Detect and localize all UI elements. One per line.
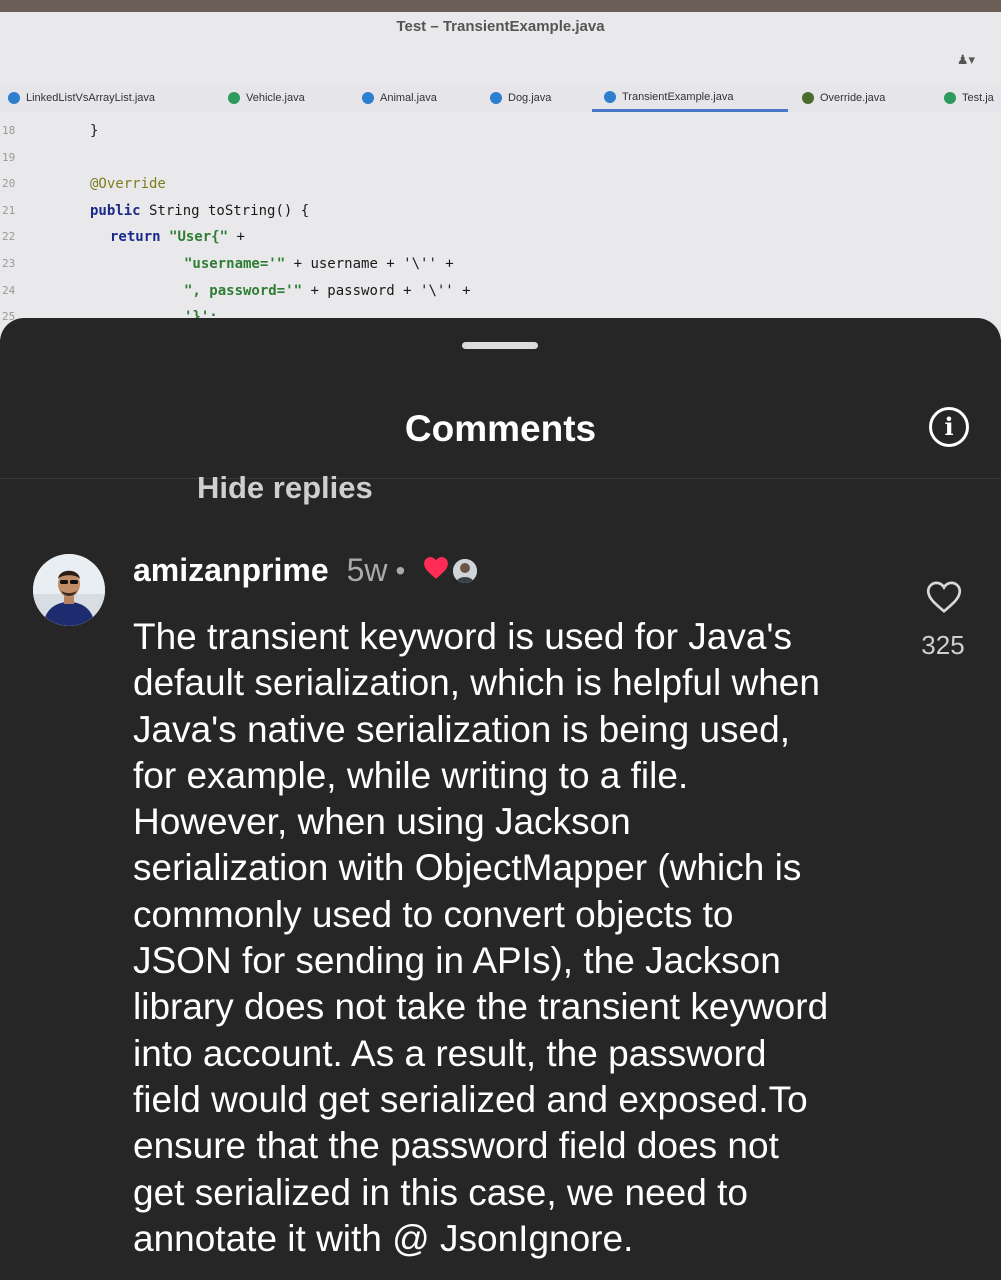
comment-text-line: Java's native serialization is being use… — [133, 708, 790, 750]
java-file-icon — [228, 92, 240, 104]
ide-user-icon[interactable]: ♟▾ — [957, 52, 975, 68]
ide-tab-active[interactable]: TransientExample.java — [592, 84, 788, 112]
code-text: } — [90, 123, 99, 139]
ide-tab-label: LinkedListVsArrayList.java — [26, 92, 156, 104]
ide-tab[interactable]: Dog.java — [490, 84, 551, 112]
creator-avatar-icon — [453, 558, 478, 583]
ide-tab[interactable]: LinkedListVsArrayList.java — [8, 84, 155, 112]
ide-tab[interactable]: Vehicle.java — [228, 84, 305, 112]
code-line: } — [90, 118, 990, 145]
like-heart-icon[interactable] — [926, 580, 962, 614]
line-number: 20 — [2, 177, 16, 191]
comment-timestamp: 5w — [346, 552, 388, 588]
ide-tab-bar: LinkedListVsArrayList.java Vehicle.java … — [0, 84, 1001, 112]
ide-menu-bar — [0, 0, 1001, 12]
comment-text-line: into account. As a result, the password — [133, 1032, 767, 1074]
ide-tab-label: Vehicle.java — [246, 92, 305, 104]
java-file-icon — [8, 92, 20, 104]
code-string: ", password='" — [184, 282, 303, 299]
ide-tab-label: Dog.java — [508, 92, 552, 104]
java-file-icon — [490, 92, 502, 104]
code-line: ", password='" + password + '\'' + — [90, 278, 990, 305]
ide-background: Test – TransientExample.java ♟▾ LinkedLi… — [0, 0, 1001, 340]
comment-text: The transient keyword is used for Java's… — [133, 614, 893, 1262]
line-number: 18 — [2, 124, 16, 137]
drag-handle[interactable] — [462, 342, 538, 349]
ide-tab-label: Test.ja — [962, 92, 994, 104]
comment-text-line: library does not take the transient keyw… — [133, 986, 829, 1028]
comment-text-line: ensure that the password field does not — [133, 1125, 779, 1167]
info-icon[interactable]: i — [929, 407, 969, 447]
comment-text-line: serialization with ObjectMapper (which i… — [133, 847, 802, 889]
code-keyword: public — [90, 202, 141, 219]
ide-tab-label: Animal.java — [380, 92, 437, 104]
separator-dot: • — [395, 554, 406, 586]
line-number: 21 — [2, 203, 16, 217]
code-line: @Override — [90, 171, 990, 198]
code-annotation: @Override — [90, 176, 166, 193]
code-text: + password + '\'' + — [302, 282, 471, 299]
sheet-title: Comments — [404, 408, 597, 449]
comment-text-line: JSON for sending in APIs), the Jackson — [133, 940, 781, 982]
avatar[interactable] — [33, 554, 105, 626]
code-string: "username='" — [184, 255, 286, 272]
comment-header: amizanprime 5w • — [133, 552, 478, 589]
code-keyword: return — [110, 229, 161, 246]
comment-text-line: default serialization, which is helpful … — [133, 662, 820, 704]
comments-sheet: Comments i Hide replies amizanprime 5w • — [0, 318, 1001, 1280]
avatar-image — [33, 554, 105, 626]
java-file-icon — [362, 92, 374, 104]
ide-tab-label: Override.java — [820, 92, 886, 104]
ide-window-title: Test – TransientExample.java — [396, 18, 605, 35]
like-count: 325 — [921, 630, 965, 660]
code-string: "User{" — [169, 229, 229, 246]
comment-text-line: However, when using Jackson — [133, 801, 631, 843]
line-number: 22 — [2, 230, 16, 244]
code-line: return "User{" + — [90, 224, 990, 251]
comment-text-line: The transient keyword is used for Java's — [133, 616, 792, 657]
line-number: 23 — [2, 256, 16, 270]
code-line: public String toString() { — [90, 198, 990, 225]
ide-tab[interactable]: Animal.java — [362, 84, 437, 112]
java-file-icon — [604, 90, 616, 103]
java-file-icon — [944, 92, 956, 104]
creator-liked-heart-icon — [423, 556, 449, 585]
code-text: + — [228, 229, 245, 246]
ide-tab[interactable]: Test.ja — [944, 84, 994, 112]
line-number: 19 — [2, 150, 16, 164]
code-text: String toString() { — [140, 202, 310, 219]
comment-username[interactable]: amizanprime — [133, 552, 329, 589]
comment-text-line: field would get serialized and exposed.T… — [133, 1078, 808, 1120]
ide-tab[interactable]: Override.java — [802, 84, 885, 112]
line-number: 24 — [2, 283, 16, 297]
comment-text-line: annotate it with @ JsonIgnore. — [133, 1217, 634, 1259]
comment-text-line: get serialized in this case, we need to — [133, 1171, 748, 1213]
code-text: + username + '\'' + — [285, 255, 454, 272]
code-line: "username='" + username + '\'' + — [90, 251, 990, 278]
code-editor[interactable]: } @Override public String toString() { r… — [90, 118, 990, 340]
hide-replies-button[interactable]: Hide replies — [197, 470, 373, 506]
java-file-icon — [802, 92, 814, 104]
ide-tab-label: TransientExample.java — [622, 90, 734, 103]
line-number-gutter: 18 19 20 21 22 23 24 25 — [0, 118, 60, 340]
header-divider — [0, 478, 1001, 479]
comment-text-line: commonly used to convert objects to — [133, 893, 734, 935]
comment-text-line: for example, while writing to a file. — [133, 754, 689, 796]
